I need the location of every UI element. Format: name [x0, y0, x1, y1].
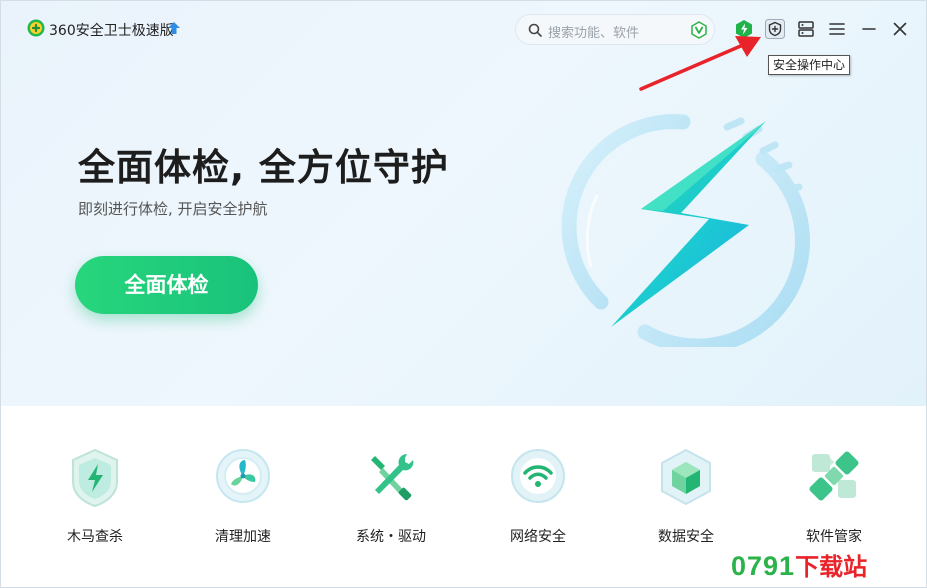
app-title: 360安全卫士极速版	[49, 23, 174, 39]
tool-network-security[interactable]: 网络安全	[478, 446, 598, 556]
hero-headline: 全面体检, 全方位守护	[78, 146, 449, 189]
tool-label: 网络安全	[510, 529, 566, 545]
menu-icon[interactable]	[827, 19, 847, 39]
security-center-shield-icon[interactable]	[765, 19, 785, 39]
search-placeholder[interactable]: 搜索功能、软件	[548, 22, 639, 41]
watermark-number: 0791	[731, 551, 796, 581]
tool-label: 软件管家	[806, 529, 862, 545]
lightning-ring-illustration	[561, 114, 811, 347]
data-security-cube-icon	[661, 448, 711, 506]
hero-panel: 360安全卫士极速版 搜索功能、软件 安全操作中心 全面体检, 全方位守护 即刻…	[1, 1, 926, 406]
tooltip: 安全操作中心	[768, 55, 851, 75]
app-window: 360安全卫士极速版 搜索功能、软件 安全操作中心 全面体检, 全方位守护 即刻…	[0, 0, 927, 588]
system-driver-tools-icon	[371, 454, 414, 501]
minimize-icon[interactable]	[859, 19, 879, 39]
tool-label: 清理加速	[215, 529, 271, 545]
tool-label: 系统・驱动	[356, 529, 426, 545]
full-scan-button[interactable]: 全面体检	[75, 256, 258, 314]
watermark-logo: 0791下载站	[731, 547, 867, 583]
tool-label: 数据安全	[658, 529, 714, 545]
cleanup-speedup-icon	[216, 449, 270, 503]
close-icon[interactable]	[890, 19, 910, 39]
upgrade-arrow-icon[interactable]	[167, 21, 181, 35]
tool-trojan-scan[interactable]: 木马查杀	[35, 446, 155, 556]
tool-software-manager[interactable]: 软件管家	[774, 446, 894, 556]
tool-label: 木马查杀	[67, 529, 123, 545]
tool-data-security[interactable]: 数据安全	[626, 446, 746, 556]
annotation-arrow	[639, 36, 761, 91]
software-manager-icon	[809, 451, 859, 501]
search-icon	[528, 23, 542, 37]
360-logo-icon	[27, 19, 45, 37]
hero-subline: 即刻进行体检, 开启安全护航	[78, 200, 268, 218]
wifi-security-icon	[511, 449, 565, 503]
trojan-scan-icon	[72, 448, 118, 508]
server-icon[interactable]	[796, 19, 816, 39]
title-bar: 360安全卫士极速版 搜索功能、软件	[1, 1, 926, 57]
watermark-text: 下载站	[795, 553, 868, 581]
tool-cleanup-speedup[interactable]: 清理加速	[183, 446, 303, 556]
tool-system-driver[interactable]: 系统・驱动	[331, 446, 451, 556]
